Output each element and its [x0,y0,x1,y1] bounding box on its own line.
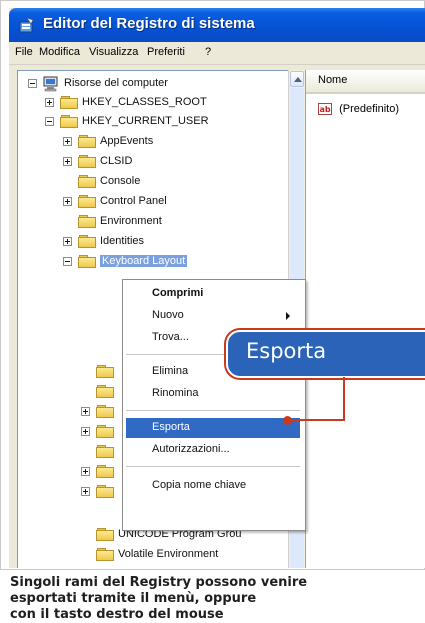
expand-icon[interactable] [63,137,72,146]
callout-dot [283,416,292,425]
title-bar[interactable]: Editor del Registro di sistema [9,8,425,42]
folder-icon [78,135,96,148]
menu-visualizza[interactable]: Visualizza [89,46,138,58]
values-list[interactable]: Nome ab (Predefinito) [305,70,425,568]
expand-icon[interactable] [63,197,72,206]
regedit-icon [19,17,34,33]
tree-item-hidden[interactable] [18,363,118,383]
caption-line-1: Singoli rami del Registry possono venire [10,575,308,590]
tree-label: Environment [100,215,162,227]
menu-modifica[interactable]: Modifica [39,46,80,58]
menu-help[interactable]: ? [205,46,211,58]
figure-caption: Singoli rami del Registry possono venire… [0,569,425,623]
folder-icon [96,485,114,498]
computer-icon [43,76,58,92]
tree-item-hidden[interactable] [18,483,118,503]
folder-icon [60,96,78,109]
expand-icon[interactable] [45,98,54,107]
scroll-up-arrow-icon[interactable] [290,71,304,87]
value-name: (Predefinito) [339,102,400,115]
string-value-icon: ab [318,102,332,115]
folder-icon [96,465,114,478]
menu-item-nuovo[interactable]: Nuovo [126,306,300,326]
tree-item-appevents[interactable]: AppEvents [18,133,278,153]
folder-icon [78,235,96,248]
folder-open-icon [60,115,78,128]
callout-connector [343,377,345,421]
folder-icon [78,255,96,268]
window-title: Editor del Registro di sistema [43,15,255,32]
menu-separator [126,410,300,411]
column-header-name[interactable]: Nome [306,70,425,94]
folder-icon [96,528,114,541]
tree-item-volatile-environment[interactable]: Volatile Environment [18,546,278,566]
expand-icon[interactable] [63,157,72,166]
callout-box: Esporta [226,330,425,378]
tree-item-clsid[interactable]: CLSID [18,153,278,173]
folder-icon [78,215,96,228]
folder-icon [96,548,114,561]
tree-item-console[interactable]: Console [18,173,278,193]
tree-label: Identities [100,235,145,247]
tree-item-computer[interactable]: Risorse del computer [18,75,278,95]
folder-icon [96,385,114,398]
expand-icon[interactable] [81,427,90,436]
tree-label: HKEY_CLASSES_ROOT [82,96,207,108]
menu-item-rinomina[interactable]: Rinomina [126,384,300,404]
menu-item-autorizzazioni[interactable]: Autorizzazioni... [126,440,300,460]
tree-label: Volatile Environment [118,548,219,560]
folder-icon [96,445,114,458]
folder-icon [78,175,96,188]
menu-item-comprimi[interactable]: Comprimi [126,284,300,304]
menu-file[interactable]: File [15,46,33,58]
tree-label-computer: Risorse del computer [64,77,168,89]
context-menu: Comprimi Nuovo Trova... Elimina Rinomina… [122,279,306,531]
tree-item-hidden[interactable] [18,463,118,483]
tree-label: Console [100,175,141,187]
tree-item-hidden[interactable] [18,443,118,463]
expand-icon[interactable] [81,487,90,496]
expand-icon[interactable] [81,467,90,476]
folder-icon [78,195,96,208]
tree-item-hidden[interactable] [18,403,118,423]
tree-item-hkey-current-user[interactable]: HKEY_CURRENT_USER [18,113,278,133]
submenu-arrow-icon [286,312,290,320]
tree-label: HKEY_CURRENT_USER [82,115,209,127]
tree-label: Control Panel [100,195,167,207]
menu-preferiti[interactable]: Preferiti [147,46,185,58]
tree-item-keyboard-layout[interactable]: Keyboard Layout [18,253,278,273]
menu-bar: File Modifica Visualizza Preferiti ? [9,42,425,65]
caption-line-3: con il tasto destro del mouse [10,607,224,622]
collapse-icon[interactable] [45,117,54,126]
folder-icon [78,155,96,168]
value-row[interactable]: ab (Predefinito) [318,98,399,117]
tree-item-hidden[interactable] [18,423,118,443]
collapse-icon[interactable] [28,79,37,88]
collapse-icon[interactable] [63,257,72,266]
menu-item-copia-nome-chiave[interactable]: Copia nome chiave [126,476,300,496]
folder-icon [96,425,114,438]
folder-icon [96,405,114,418]
expand-icon[interactable] [81,407,90,416]
tree-item-environment[interactable]: Environment [18,213,278,233]
regedit-window: Editor del Registro di sistema File Modi… [9,8,425,568]
tree-label: CLSID [100,155,133,167]
tree-item-hkey-classes-root[interactable]: HKEY_CLASSES_ROOT [18,94,278,114]
tree-label-selected: Keyboard Layout [100,255,188,267]
expand-icon[interactable] [63,237,72,246]
callout-connector [290,419,345,421]
menu-item-esporta[interactable]: Esporta [126,418,300,438]
callout-label: Esporta [246,339,327,363]
column-header-label: Nome [318,74,348,86]
tree-item-hidden[interactable] [18,383,118,403]
tree-label: AppEvents [100,135,154,147]
tree-item-identities[interactable]: Identities [18,233,278,253]
menu-separator [126,466,300,467]
tree-item-control-panel[interactable]: Control Panel [18,193,278,213]
caption-line-2: esportati tramite il menù, oppure [10,591,257,606]
menu-item-nuovo-label: Nuovo [152,309,184,321]
folder-icon [96,365,114,378]
